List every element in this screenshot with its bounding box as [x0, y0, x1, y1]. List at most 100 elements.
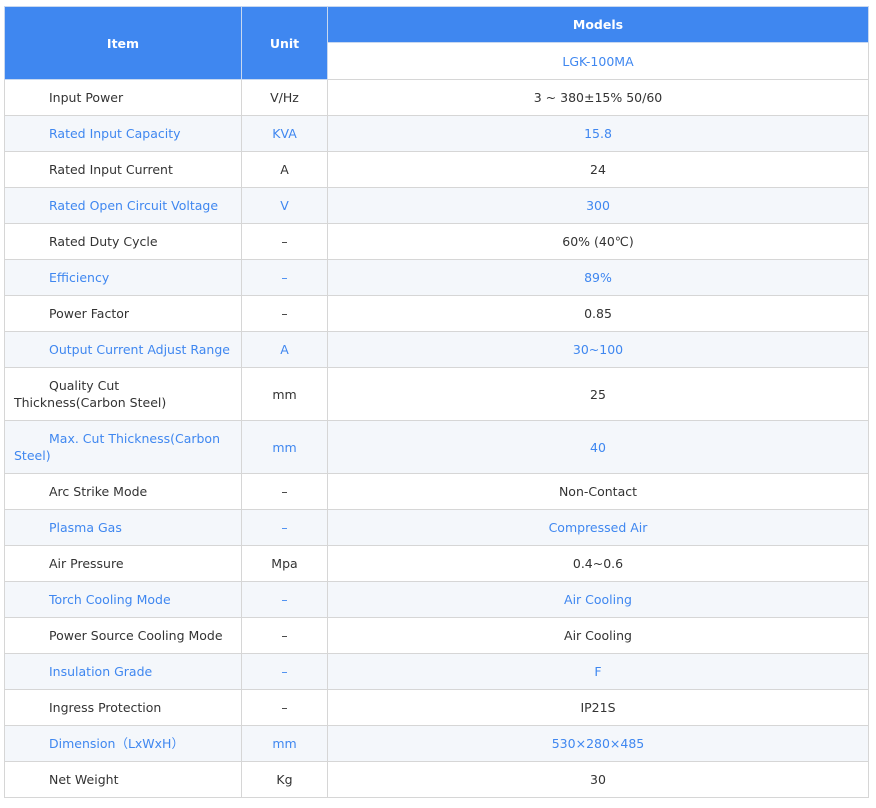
- table-row: Efficiency –89%: [4, 259, 869, 296]
- table-row: Arc Strike Mode – Non-Contact: [4, 473, 869, 510]
- table-row: Dimension（LxWxH） mm 530×280×485: [4, 725, 869, 762]
- spec-body: Input Power V/Hz 3 ~ 380±15% 50/60 Rated In…: [4, 79, 869, 798]
- row-value-cell: 0.4~0.6: [327, 545, 869, 582]
- table-row: Rated Open Circuit Voltage V 300: [4, 187, 869, 224]
- table-row: Insulation Grade – F: [4, 653, 869, 690]
- row-unit-cell: KVA: [241, 115, 328, 152]
- row-unit-cell: –: [241, 223, 328, 260]
- table-row: Rated Input Current A 24: [4, 151, 869, 188]
- table-row: Power Source Cooling Mode – Air Cooling: [4, 617, 869, 654]
- table-row: Rated Duty Cycle –60% (40℃): [4, 223, 869, 260]
- row-unit-cell: A: [241, 331, 328, 368]
- row-unit-cell: –: [241, 653, 328, 690]
- table-row: Air Pressure Mpa 0.4~0.6: [4, 545, 869, 582]
- row-item-label: Efficiency: [49, 270, 110, 285]
- header-model-name: LGK-100MA: [327, 42, 869, 80]
- row-value-cell: 30: [327, 761, 869, 798]
- row-value-cell: 60% (40℃): [327, 223, 869, 260]
- row-item-cell: Quality Cut Thickness(Carbon Steel): [4, 367, 242, 421]
- spec-table: Item Unit Models LGK-100MA Input Power V/…: [4, 6, 869, 798]
- row-unit-cell: mm: [241, 725, 328, 762]
- row-item-cell: Plasma Gas: [4, 509, 242, 546]
- table-row: Quality Cut Thickness(Carbon Steel) mm 25: [4, 367, 869, 421]
- row-value-cell: Air Cooling: [327, 617, 869, 654]
- table-row: Input Power V/Hz 3 ~ 380±15% 50/60: [4, 79, 869, 116]
- row-item-cell: Output Current Adjust Range: [4, 331, 242, 368]
- row-unit-cell: A: [241, 151, 328, 188]
- row-value-cell: 530×280×485: [327, 725, 869, 762]
- row-unit-cell: Mpa: [241, 545, 328, 582]
- header-row: Item Unit Models: [4, 6, 869, 80]
- header-unit: Unit: [241, 6, 328, 80]
- row-item-label: Insulation Grade: [49, 664, 153, 679]
- header-item: Item: [4, 6, 242, 80]
- row-value-cell: Air Cooling: [327, 581, 869, 618]
- table-row: Ingress Protection – IP21S: [4, 689, 869, 726]
- row-item-label: Dimension（LxWxH）: [49, 736, 184, 751]
- row-item-label: Max. Cut Thickness(Carbon Steel): [14, 431, 221, 463]
- row-item-label: Rated Duty Cycle: [49, 234, 158, 249]
- row-value-cell: Non-Contact: [327, 473, 869, 510]
- row-item-label: Rated Open Circuit Voltage: [49, 198, 219, 213]
- row-item-cell: Rated Input Capacity: [4, 115, 242, 152]
- row-item-cell: Efficiency: [4, 259, 242, 296]
- row-unit-cell: –: [241, 581, 328, 618]
- row-item-label: Rated Input Current: [49, 162, 173, 177]
- row-value-cell: 40: [327, 420, 869, 474]
- table-row: Power Factor –0.85: [4, 295, 869, 332]
- row-item-label: Air Pressure: [49, 556, 124, 571]
- row-unit-cell: V/Hz: [241, 79, 328, 116]
- row-item-label: Power Source Cooling Mode: [49, 628, 223, 643]
- table-row: Rated Input Capacity KVA 15.8: [4, 115, 869, 152]
- row-item-cell: Net Weight: [4, 761, 242, 798]
- row-item-cell: Input Power: [4, 79, 242, 116]
- row-unit-cell: –: [241, 295, 328, 332]
- row-unit-cell: –: [241, 689, 328, 726]
- row-item-cell: Power Factor: [4, 295, 242, 332]
- row-item-cell: Rated Duty Cycle: [4, 223, 242, 260]
- row-unit-cell: –: [241, 617, 328, 654]
- table-row: Output Current Adjust Range A 30~100: [4, 331, 869, 368]
- row-unit-cell: Kg: [241, 761, 328, 798]
- row-item-cell: Power Source Cooling Mode: [4, 617, 242, 654]
- row-item-cell: Air Pressure: [4, 545, 242, 582]
- row-item-cell: Arc Strike Mode: [4, 473, 242, 510]
- row-item-cell: Torch Cooling Mode: [4, 581, 242, 618]
- row-item-label: Quality Cut Thickness(Carbon Steel): [14, 378, 167, 410]
- row-item-cell: Max. Cut Thickness(Carbon Steel): [4, 420, 242, 474]
- row-item-label: Ingress Protection: [49, 700, 162, 715]
- row-unit-cell: –: [241, 473, 328, 510]
- row-value-cell: 89%: [327, 259, 869, 296]
- row-value-cell: 300: [327, 187, 869, 224]
- row-unit-cell: mm: [241, 367, 328, 421]
- row-value-cell: IP21S: [327, 689, 869, 726]
- row-value-cell: 25: [327, 367, 869, 421]
- row-item-label: Arc Strike Mode: [49, 484, 148, 499]
- row-item-cell: Insulation Grade: [4, 653, 242, 690]
- row-value-cell: Compressed Air: [327, 509, 869, 546]
- row-value-cell: 30~100: [327, 331, 869, 368]
- table-row: Net Weight Kg 30: [4, 761, 869, 798]
- row-item-label: Input Power: [49, 90, 124, 105]
- table-row: Plasma Gas – Compressed Air: [4, 509, 869, 546]
- row-item-label: Power Factor: [49, 306, 130, 321]
- row-unit-cell: –: [241, 259, 328, 296]
- row-item-label: Rated Input Capacity: [49, 126, 181, 141]
- row-item-label: Plasma Gas: [49, 520, 122, 535]
- row-value-cell: 15.8: [327, 115, 869, 152]
- table-row: Max. Cut Thickness(Carbon Steel) mm 40: [4, 420, 869, 474]
- table-row: Torch Cooling Mode – Air Cooling: [4, 581, 869, 618]
- row-item-label: Output Current Adjust Range: [49, 342, 230, 357]
- row-unit-cell: –: [241, 509, 328, 546]
- header-models: Models: [327, 6, 869, 43]
- row-unit-cell: V: [241, 187, 328, 224]
- row-value-cell: 3 ~ 380±15% 50/60: [327, 79, 869, 116]
- row-item-cell: Ingress Protection: [4, 689, 242, 726]
- row-unit-cell: mm: [241, 420, 328, 474]
- row-item-cell: Dimension（LxWxH）: [4, 725, 242, 762]
- row-value-cell: 24: [327, 151, 869, 188]
- row-value-cell: 0.85: [327, 295, 869, 332]
- row-value-cell: F: [327, 653, 869, 690]
- row-item-label: Torch Cooling Mode: [49, 592, 171, 607]
- row-item-cell: Rated Input Current: [4, 151, 242, 188]
